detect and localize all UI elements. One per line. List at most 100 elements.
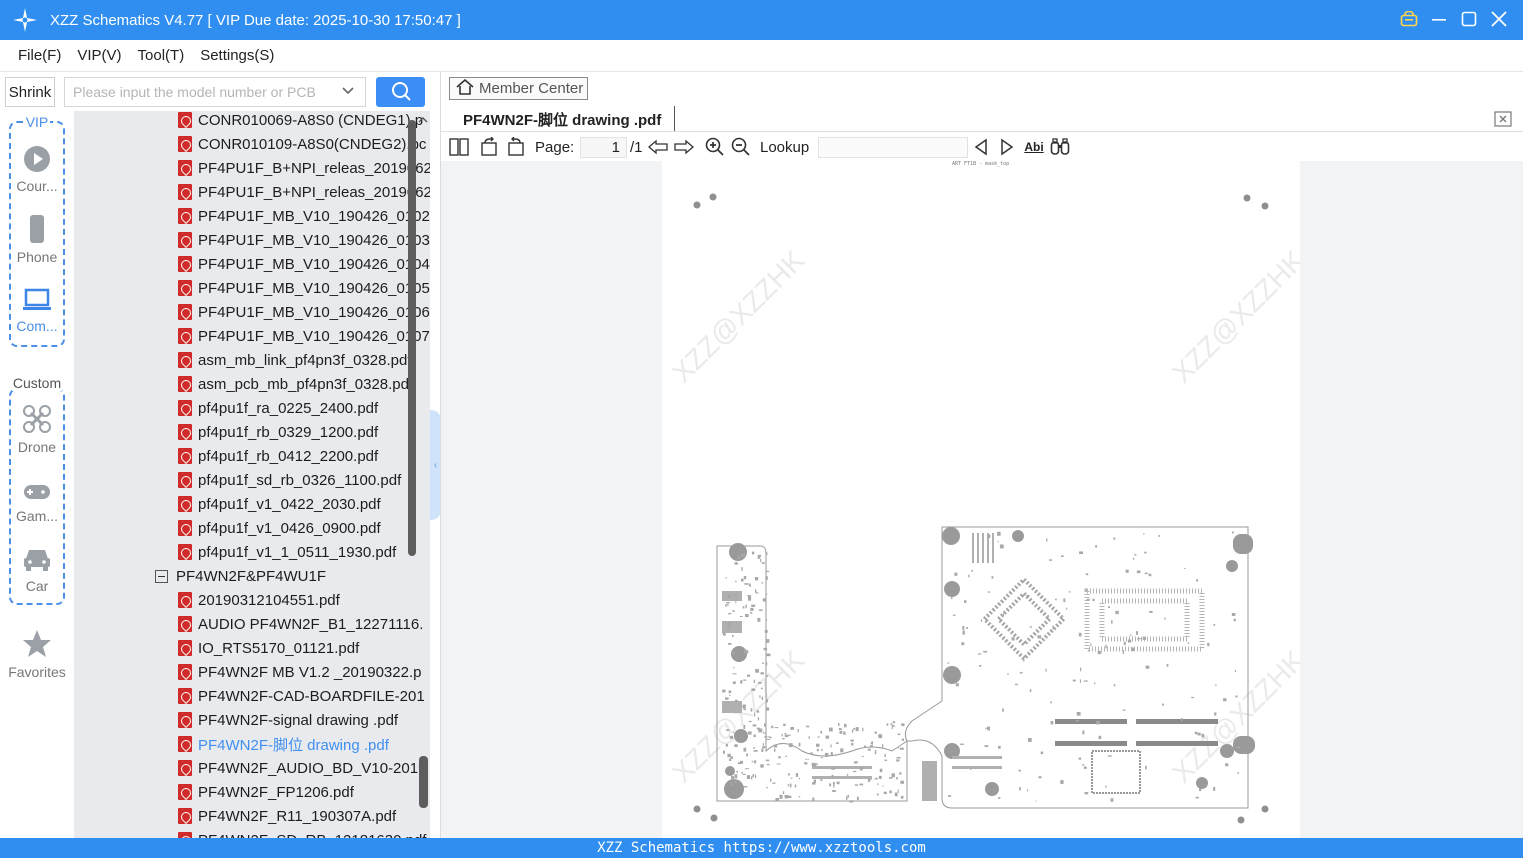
pdf-file-icon [178,616,192,632]
file-item[interactable]: PF4PU1F_B+NPI_releas_2019062 [178,156,430,180]
file-name: PF4PU1F_MB_V10_190426_0105 [198,279,430,297]
chevron-down-icon[interactable] [341,84,355,101]
maximize-icon[interactable] [1459,8,1479,30]
menu-vip[interactable]: VIP(V) [77,47,121,64]
zoom-out-icon[interactable] [731,137,751,157]
pdf-file-icon [178,160,192,176]
file-item[interactable]: CONR010109-A8S0(CNDEG2).pc [178,132,426,156]
scroll-up-icon[interactable] [417,113,429,125]
menu-settings[interactable]: Settings(S) [200,47,274,64]
binoculars-icon[interactable] [1050,137,1070,157]
menu-tool[interactable]: Tool(T) [138,47,185,64]
file-item[interactable]: pf4pu1f_v1_0426_0900.pdf [178,516,381,540]
folder-name: PF4WN2F&PF4WU1F [176,567,327,585]
gamepad-icon [0,481,74,506]
category-game[interactable]: Gam... [0,481,74,524]
file-item[interactable]: PF4PU1F_MB_V10_190426_0106 [178,300,430,324]
category-favorites[interactable]: Favorites [0,629,74,680]
lock-icon[interactable] [1399,8,1419,30]
zoom-in-icon[interactable] [705,137,725,157]
rotate-left-icon[interactable] [479,137,499,157]
next-page-icon[interactable] [674,137,694,157]
file-item[interactable]: CONR010069-A8S0 (CNDEG1).p [178,111,423,132]
file-name: PF4PU1F_B+NPI_releas_2019062 [198,159,430,177]
file-name: PF4WN2F_FP1206.pdf [198,783,354,801]
file-item[interactable]: asm_mb_link_pf4pn3f_0328.pdf [178,348,412,372]
tree-scrollbar-thumb[interactable] [408,120,416,556]
rotate-right-icon[interactable] [506,137,526,157]
shrink-button[interactable]: Shrink [5,77,55,107]
member-center-button[interactable]: Member Center [449,77,588,100]
file-item[interactable]: PF4WN2F_R11_190307A.pdf [178,804,396,828]
file-name: PF4PU1F_MB_V10_190426_0107 [198,327,430,345]
file-item[interactable]: pf4pu1f_rb_0329_1200.pdf [178,420,378,444]
pdf-file-icon [178,784,192,800]
app-logo-icon [13,8,37,32]
file-item[interactable]: pf4pu1f_sd_rb_0326_1100.pdf [178,468,401,492]
file-item[interactable]: 20190312104551.pdf [178,588,340,612]
find-prev-icon[interactable] [971,137,991,157]
file-name: PF4WN2F_R11_190307A.pdf [198,807,397,825]
file-item[interactable]: PF4WN2F-CAD-BOARDFILE-201 [178,684,425,708]
file-item[interactable]: PF4PU1F_MB_V10_190426_0107 [178,324,430,348]
file-item[interactable]: PF4WN2F_FP1206.pdf [178,780,354,804]
category-car[interactable]: Car [0,545,74,594]
tab-document[interactable]: PF4WN2F-脚位 drawing .pdf [449,106,675,132]
file-item[interactable]: PF4PU1F_MB_V10_190426_0103 [178,228,430,252]
pdf-file-icon [178,304,192,320]
minimize-icon[interactable] [1429,8,1449,30]
category-computer-label: Com... [16,318,58,334]
close-tab-icon[interactable] [1494,111,1512,127]
horizontal-scroll-thumb[interactable] [419,756,428,808]
file-name: pf4pu1f_sd_rb_0326_1100.pdf [198,471,402,489]
category-drone[interactable]: Drone [0,404,74,455]
category-computer[interactable]: Com... [0,287,74,334]
search-input[interactable]: Please input the model number or PCB [64,77,366,107]
find-next-icon[interactable] [997,137,1017,157]
search-button[interactable] [376,77,425,107]
file-item[interactable]: PF4WN2F_SD_RB_12181630.pdf [178,828,426,838]
file-item[interactable]: pf4pu1f_rb_0412_2200.pdf [178,444,378,468]
menu-file[interactable]: File(F) [18,47,61,64]
menu-bar: File(F) VIP(V) Tool(T) Settings(S) [0,40,1523,72]
file-name: pf4pu1f_v1_1_0511_1930.pdf [198,543,397,561]
vip-group-label: VIP [23,114,51,130]
file-name: PF4PU1F_MB_V10_190426_0102 [198,207,430,225]
close-icon[interactable] [1489,8,1509,30]
file-item[interactable]: pf4pu1f_ra_0225_2400.pdf [178,396,378,420]
pdf-page[interactable]: ART FT1B - mask_top XZZ@XZZHK XZZ@XZZHK … [662,161,1300,838]
match-case-icon[interactable]: Abi [1023,137,1045,157]
file-item[interactable]: asm_pcb_mb_pf4pn3f_0328.pdf [178,372,413,396]
page-number-input[interactable]: 1 [580,137,627,158]
file-item[interactable]: pf4pu1f_v1_0422_2030.pdf [178,492,381,516]
file-name: PF4PU1F_B+NPI_releas_2019062 [198,183,430,201]
pdf-file-icon [178,640,192,656]
file-item[interactable]: AUDIO PF4WN2F_B1_12271116. [178,612,423,636]
folder-item[interactable]: PF4WN2F&PF4WU1F [155,564,326,588]
file-item[interactable]: pf4pu1f_v1_1_0511_1930.pdf [178,540,396,564]
file-item[interactable]: PF4PU1F_MB_V10_190426_0102 [178,204,430,228]
file-item[interactable]: PF4WN2F_AUDIO_BD_V10-2019 [178,756,426,780]
file-item[interactable]: PF4PU1F_MB_V10_190426_0105 [178,276,430,300]
lookup-input[interactable] [818,137,968,158]
custom-group-label: Custom [11,375,63,391]
two-page-view-icon[interactable] [449,137,469,157]
search-icon [390,80,412,105]
prev-page-icon[interactable] [648,137,668,157]
file-item[interactable]: IO_RTS5170_01121.pdf [178,636,359,660]
category-course[interactable]: Cour... [0,145,74,194]
file-item[interactable]: PF4WN2F-signal drawing .pdf [178,708,398,732]
category-phone[interactable]: Phone [0,214,74,265]
board-drawing [693,193,1269,824]
laptop-icon [0,287,74,316]
pdf-file-icon [178,712,192,728]
pdf-file-icon [178,808,192,824]
collapse-toggle-icon[interactable] [155,569,168,583]
file-name: CONR010109-A8S0(CNDEG2).pc [198,135,427,153]
file-tree: CONR010069-A8S0 (CNDEG1).p CONR010109-A8S… [74,111,430,838]
file-item[interactable]: PF4PU1F_MB_V10_190426_0104 [178,252,430,276]
file-item[interactable]: PF4PU1F_B+NPI_releas_2019062 [178,180,430,204]
file-item[interactable]: PF4WN2F MB V1.2 _20190322.p [178,660,421,684]
file-name: pf4pu1f_ra_0225_2400.pdf [198,399,379,417]
file-item[interactable]: PF4WN2F-脚位 drawing .pdf [178,732,389,756]
